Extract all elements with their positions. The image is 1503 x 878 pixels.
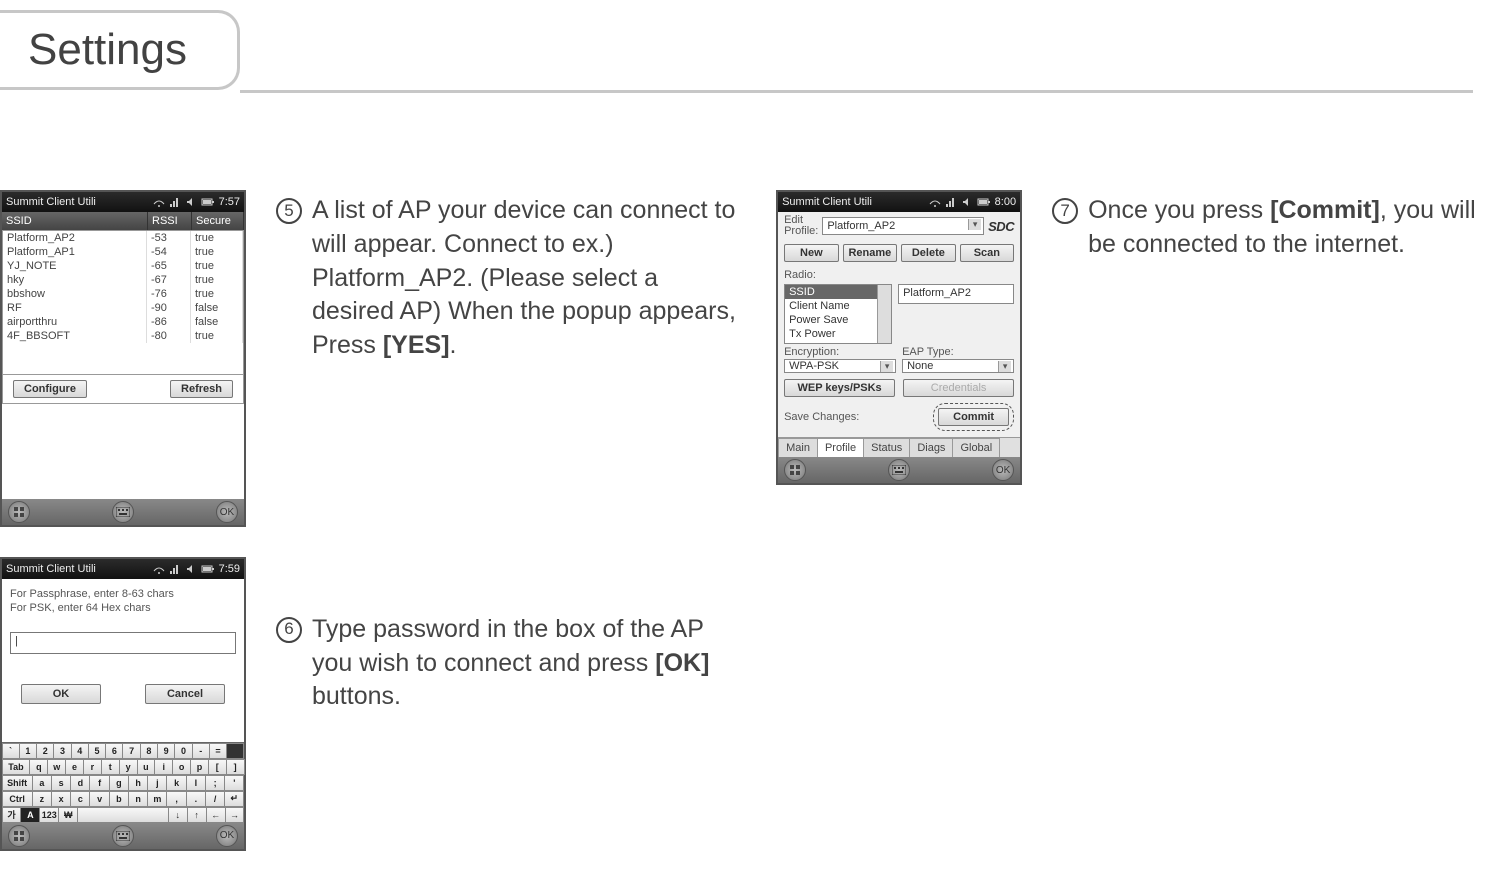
signal-icon [169, 563, 181, 575]
start-icon[interactable] [8, 825, 30, 847]
start-icon[interactable] [784, 459, 806, 481]
passphrase-hint-1: For Passphrase, enter 8-63 chars [10, 587, 236, 601]
rename-button[interactable]: Rename [843, 244, 898, 262]
radio-label: Radio: [784, 269, 816, 281]
keyboard-icon[interactable] [112, 501, 134, 523]
page-title: Settings [28, 25, 187, 75]
signal-icon [169, 196, 181, 208]
signal-icon [945, 196, 957, 208]
profile-select[interactable]: Platform_AP2 [822, 217, 984, 235]
table-row: Platform_AP2-53true [3, 231, 243, 245]
screenshot-6: Summit Client Utili 7:59 For Passphrase,… [0, 557, 246, 851]
new-button[interactable]: New [784, 244, 839, 262]
volume-icon [961, 196, 973, 208]
screenshot-7: Summit Client Utili 8:00 Edit Profile: P… [776, 190, 1022, 485]
eap-type-label: EAP Type: [902, 346, 1014, 358]
list-item: SSID [785, 285, 877, 299]
credentials-button: Credentials [903, 379, 1014, 397]
table-row: bbshow-76true [3, 287, 243, 301]
page-title-tab: Settings [0, 10, 240, 90]
step-number: 5 [276, 198, 302, 224]
step-number: 7 [1052, 198, 1078, 224]
table-row: Platform_AP1-54true [3, 245, 243, 259]
col-ssid[interactable]: SSID [2, 212, 148, 230]
clock: 8:00 [995, 196, 1016, 208]
step-number: 6 [276, 617, 302, 643]
app-title: Summit Client Utili [782, 196, 872, 208]
clock: 7:57 [219, 196, 240, 208]
encryption-label: Encryption: [784, 346, 896, 358]
tab-diags[interactable]: Diags [909, 438, 953, 457]
app-title: Summit Client Utili [6, 196, 96, 208]
edit-profile-label: Edit Profile: [784, 215, 818, 237]
list-item: Tx Power [785, 327, 877, 341]
cancel-button[interactable]: Cancel [145, 684, 225, 704]
tab-profile[interactable]: Profile [817, 438, 864, 457]
keyboard-icon[interactable] [888, 459, 910, 481]
titlebar: Summit Client Utili 7:59 [2, 559, 244, 579]
start-icon[interactable] [8, 501, 30, 523]
configure-button[interactable]: Configure [13, 380, 87, 398]
delete-button[interactable]: Delete [901, 244, 956, 262]
ap-list[interactable]: Platform_AP2-53true Platform_AP1-54true … [2, 230, 244, 375]
step-7-text: 7 Once you press [Commit], you will be c… [1052, 194, 1503, 262]
tab-bar: Main Profile Status Diags Global [778, 437, 1020, 457]
volume-icon [185, 563, 197, 575]
col-secure[interactable]: Secure [192, 212, 244, 230]
wifi-icon [153, 196, 165, 208]
table-row: RF-90false [3, 301, 243, 315]
on-screen-keyboard[interactable]: `1234567890-=⠀ Tabqwertyuiop[] Shiftasdf… [2, 742, 244, 823]
volume-icon [185, 196, 197, 208]
step-6-text: 6 Type password in the box of the AP you… [276, 613, 746, 714]
save-changes-label: Save Changes: [784, 411, 925, 423]
titlebar: Summit Client Utili 8:00 [778, 192, 1020, 212]
ok-button[interactable]: OK [216, 825, 238, 847]
refresh-button[interactable]: Refresh [170, 380, 233, 398]
passphrase-hint-2: For PSK, enter 64 Hex chars [10, 601, 236, 615]
table-row: YJ_NOTE-65true [3, 259, 243, 273]
scrollbar[interactable] [877, 285, 891, 343]
tab-global[interactable]: Global [952, 438, 1000, 457]
ok-button[interactable]: OK [992, 459, 1014, 481]
step-5-text: 5 A list of AP your device can connect t… [276, 194, 746, 363]
commit-button[interactable]: Commit [938, 408, 1009, 426]
battery-icon [201, 196, 215, 208]
wifi-icon [929, 196, 941, 208]
screenshot-5: Summit Client Utili 7:57 SSID RSSI Secur… [0, 190, 246, 527]
table-header: SSID RSSI Secure [2, 212, 244, 230]
battery-icon [977, 196, 991, 208]
col-rssi[interactable]: RSSI [148, 212, 192, 230]
eap-type-select[interactable]: None [902, 359, 1014, 373]
tab-status[interactable]: Status [863, 438, 910, 457]
wep-keys-button[interactable]: WEP keys/PSKs [784, 379, 895, 397]
encryption-select[interactable]: WPA-PSK [784, 359, 896, 373]
table-row: airportthru-86false [3, 315, 243, 329]
sdc-logo: SDC [988, 219, 1014, 234]
ssid-value-field[interactable]: Platform_AP2 [898, 284, 1014, 304]
table-row: hky-67true [3, 273, 243, 287]
title-rule [240, 90, 1473, 93]
clock: 7:59 [219, 563, 240, 575]
battery-icon [201, 563, 215, 575]
wifi-icon [153, 563, 165, 575]
commit-highlight: Commit [933, 403, 1014, 431]
ok-button[interactable]: OK [21, 684, 101, 704]
table-row: 4F_BBSOFT-80true [3, 329, 243, 343]
password-input[interactable]: | [10, 632, 236, 654]
titlebar: Summit Client Utili 7:57 [2, 192, 244, 212]
tab-main[interactable]: Main [778, 438, 818, 457]
app-title: Summit Client Utili [6, 563, 96, 575]
list-item: Client Name [785, 299, 877, 313]
scan-button[interactable]: Scan [960, 244, 1015, 262]
keyboard-icon[interactable] [112, 825, 134, 847]
radio-listbox[interactable]: SSID Client Name Power Save Tx Power [784, 284, 892, 344]
list-item: Power Save [785, 313, 877, 327]
ok-button[interactable]: OK [216, 501, 238, 523]
backspace-key: ⠀ [226, 743, 244, 759]
